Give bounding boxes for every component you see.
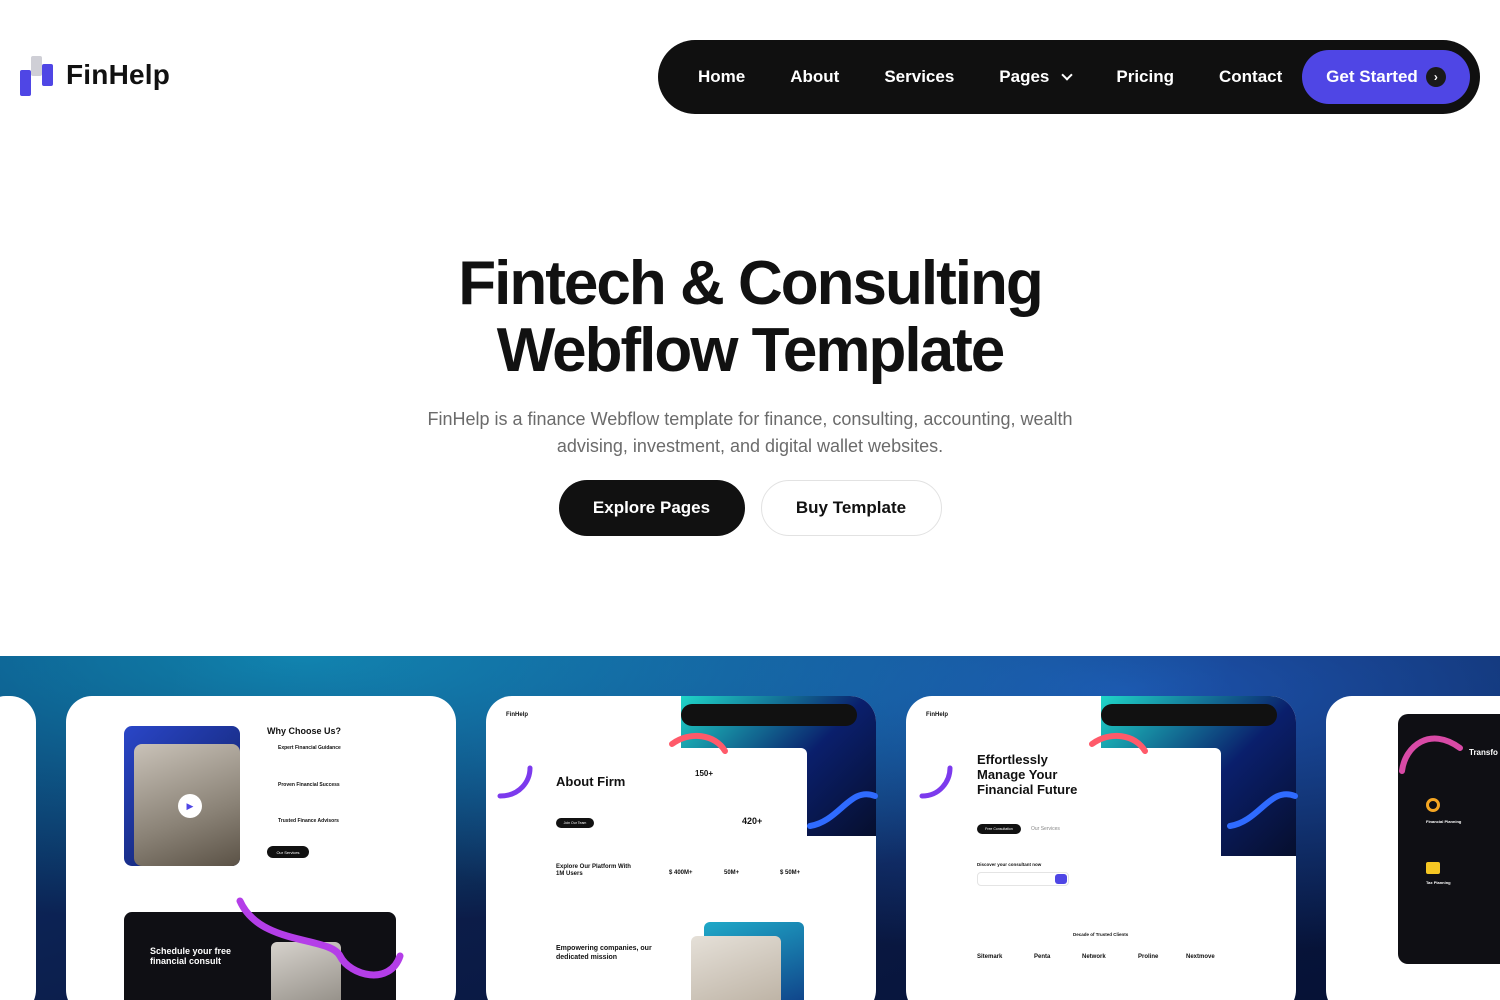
hero-subtitle: FinHelp is a finance Webflow template fo…	[427, 409, 1073, 456]
template-showcase: ▶ Why Choose Us? Expert Financial Guidan…	[0, 656, 1500, 1000]
nav-pages[interactable]: Pages	[999, 67, 1074, 87]
nav-services[interactable]: Services	[884, 67, 954, 87]
buy-template-button[interactable]: Buy Template	[760, 480, 942, 536]
main-nav: Home About Services Pages Pricing Contac…	[658, 40, 1480, 114]
hero-title: Fintech & Consulting Webflow Template	[0, 250, 1500, 384]
get-started-label: Get Started	[1326, 67, 1418, 86]
hero-title-line1: Fintech & Consulting	[458, 249, 1043, 318]
hero-title-line2: Webflow Template	[496, 316, 1006, 385]
chevron-down-icon	[1061, 69, 1074, 81]
logo-mark-icon	[20, 54, 54, 96]
nav-pages-label: Pages	[999, 67, 1050, 86]
hero: Fintech & Consulting Webflow Template Fi…	[0, 250, 1500, 460]
brand-name: FinHelp	[66, 59, 171, 90]
ribbon-decoration	[236, 732, 1463, 979]
explore-pages-button[interactable]: Explore Pages	[558, 480, 745, 536]
site-header: FinHelp Home About Services Pages Pricin…	[0, 0, 1500, 150]
chevron-right-icon: ›	[1425, 67, 1446, 87]
get-started-button[interactable]: Get Started ›	[1302, 50, 1470, 104]
nav-home[interactable]: Home	[698, 67, 745, 87]
nav-contact[interactable]: Contact	[1219, 67, 1282, 87]
nav-pricing[interactable]: Pricing	[1116, 67, 1174, 87]
hero-buttons: Explore Pages Buy Template	[0, 480, 1500, 536]
brand-logo[interactable]: FinHelp	[20, 54, 170, 96]
nav-about[interactable]: About	[790, 67, 839, 87]
